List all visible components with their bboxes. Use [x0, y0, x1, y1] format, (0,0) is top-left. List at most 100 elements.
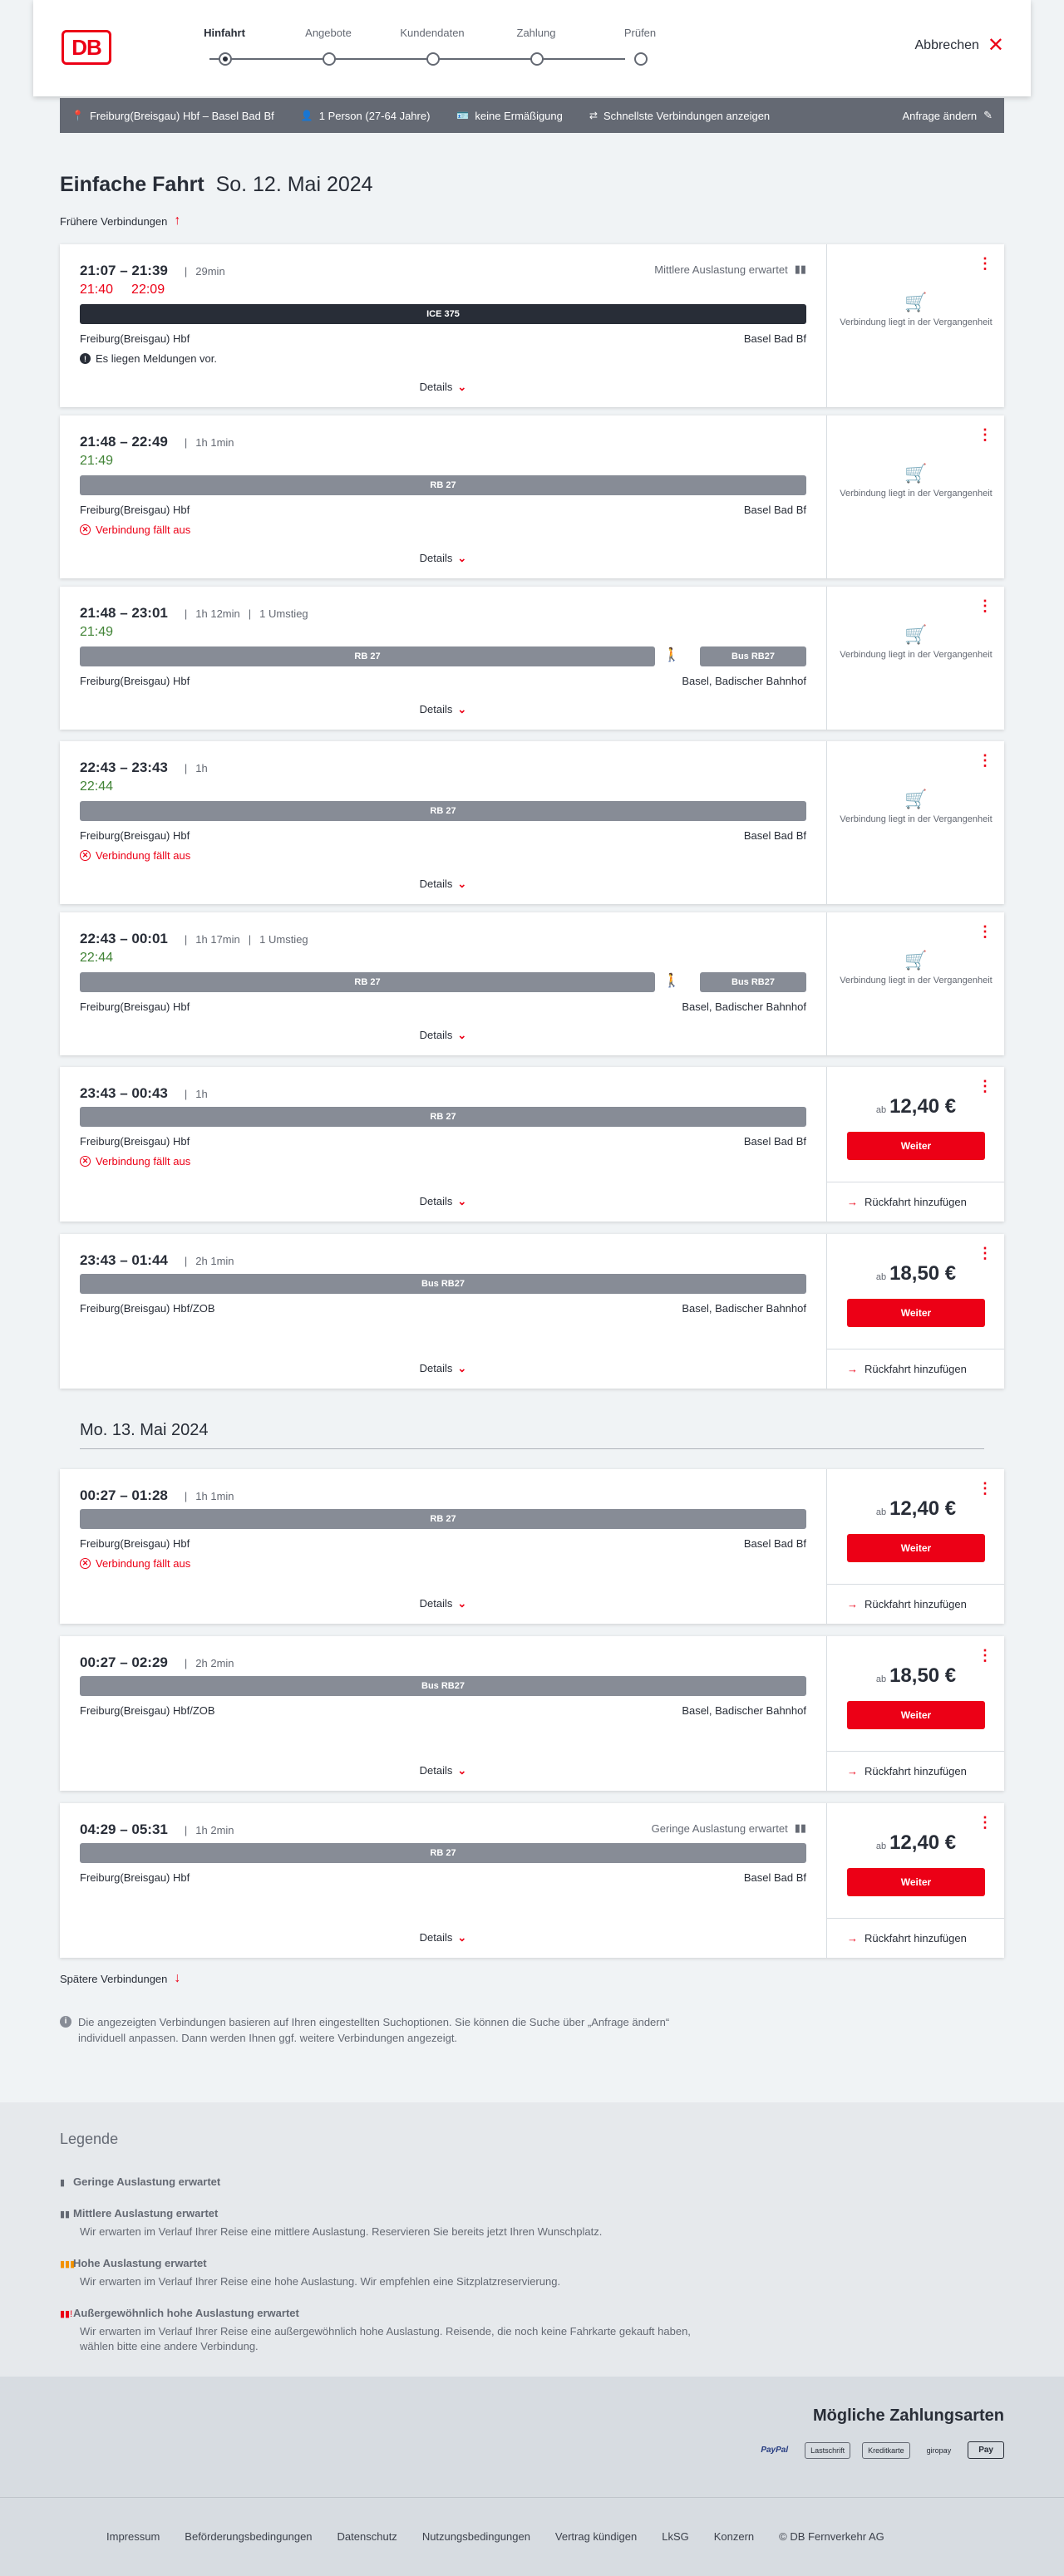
- db-logo[interactable]: DB: [62, 30, 111, 65]
- offer-panel: ⋮ ab 12,40 € Weiter → Rückfahrt hinzufügen: [826, 1067, 1004, 1222]
- offer-panel: ⋮ ab 12,40 € Weiter → Rückfahrt hinzufügen: [826, 1803, 1004, 1958]
- more-options-icon[interactable]: ⋮: [978, 1246, 993, 1261]
- occupancy-text: Geringe Auslastung erwartet: [651, 1821, 788, 1835]
- separator: |: [184, 435, 188, 449]
- connection-card: 23:43 – 01:44 | 2h 1min Bus RB27 Freiburg(Br…: [60, 1234, 1004, 1389]
- train-bar: ICE 375: [80, 304, 806, 324]
- more-options-icon[interactable]: ⋮: [978, 598, 993, 613]
- continue-button[interactable]: Weiter: [847, 1299, 985, 1327]
- details-toggle[interactable]: Details ⌄: [60, 878, 826, 891]
- continue-button[interactable]: Weiter: [847, 1534, 985, 1562]
- details-toggle[interactable]: Details ⌄: [60, 1764, 826, 1777]
- more-options-icon[interactable]: ⋮: [978, 753, 993, 768]
- earlier-connections-link[interactable]: Frühere Verbindungen ↑: [60, 214, 180, 229]
- details-toggle[interactable]: Details ⌄: [60, 1029, 826, 1042]
- separator: |: [184, 1656, 188, 1669]
- cancellation-notice: ✕ Verbindung fällt aus: [80, 849, 190, 862]
- duration: 29min: [195, 264, 225, 278]
- more-options-icon[interactable]: ⋮: [978, 427, 993, 442]
- connection-times: 23:43 – 00:43 | 1h: [80, 1085, 208, 1102]
- continue-button[interactable]: Weiter: [847, 1868, 985, 1896]
- step-label: Angebote: [305, 27, 352, 39]
- past-text: Verbindung liegt in der Vergangenheit: [840, 976, 993, 986]
- details-toggle[interactable]: Details ⌄: [60, 552, 826, 565]
- connection-times: 00:27 – 02:29 | 2h 2min: [80, 1654, 234, 1671]
- arrow-up-icon: ↑: [174, 214, 181, 228]
- connection-meta: | 1h 2min: [176, 1824, 234, 1836]
- origin-station: Freiburg(Breisgau) Hbf: [80, 675, 190, 687]
- details-toggle[interactable]: Details ⌄: [60, 1362, 826, 1375]
- realtime-times: 22:44: [80, 951, 113, 966]
- chevron-down-icon: ⌄: [457, 703, 467, 715]
- realtime-time: 22:44: [80, 951, 114, 965]
- offer-panel: ⋮ 🛒 Verbindung liegt in der Vergangenheit: [826, 415, 1004, 578]
- past-text: Verbindung liegt in der Vergangenheit: [840, 489, 993, 499]
- continue-button[interactable]: Weiter: [847, 1701, 985, 1729]
- footer-link-lksg[interactable]: LkSG: [662, 2530, 689, 2543]
- more-options-icon[interactable]: ⋮: [978, 1079, 993, 1094]
- step-dot: [530, 52, 544, 66]
- legend-item-high: ▮▮▮Hohe Auslastung erwartet Wir erwarten …: [60, 2257, 695, 2289]
- footer-link-nutzung[interactable]: Nutzungsbedingungen: [422, 2530, 530, 2543]
- price-prefix: ab: [875, 1105, 887, 1115]
- details-toggle[interactable]: Details ⌄: [60, 1597, 826, 1610]
- details-toggle[interactable]: Details ⌄: [60, 1931, 826, 1944]
- later-label: Spätere Verbindungen: [60, 1972, 168, 1985]
- trip-type: Einfache Fahrt: [60, 173, 204, 196]
- price-value: 12,40 €: [889, 1831, 957, 1854]
- destination-station: Basel Bad Bf: [743, 1871, 806, 1884]
- add-return-button[interactable]: → Rückfahrt hinzufügen: [827, 1349, 1004, 1389]
- past-connection-note: 🛒 Verbindung liegt in der Vergangenheit: [827, 465, 1005, 500]
- legend-item-title: Mittlere Auslastung erwartet: [73, 2207, 219, 2220]
- step-dot: [426, 52, 440, 66]
- connection-main: 21:07 – 21:39 | 29min 21:40 22:09 Mittlere Au…: [60, 244, 826, 407]
- connection-card: 21:48 – 22:49 | 1h 1min 21:49 RB 27 Freiburg(…: [60, 415, 1004, 578]
- cart-icon: 🛒: [904, 624, 928, 645]
- more-options-icon[interactable]: ⋮: [978, 924, 993, 939]
- legend-item-title: Außergewöhnlich hohe Auslastung erwartet: [73, 2307, 299, 2319]
- legend-section: Legende ▮ Geringe Auslastung erwartet ▮▮ M…: [0, 2102, 1064, 2377]
- giropay-icon: giropay: [926, 2446, 952, 2455]
- cancel-circle-icon: ✕: [80, 1558, 91, 1569]
- offer-panel: ⋮ ab 18,50 € Weiter → Rückfahrt hinzufügen: [826, 1636, 1004, 1791]
- footer-link-befoerderung[interactable]: Beförderungsbedingungen: [185, 2530, 312, 2543]
- footer-link-konzern[interactable]: Konzern: [714, 2530, 754, 2543]
- past-connection-note: 🛒 Verbindung liegt in der Vergangenheit: [827, 624, 1005, 661]
- separator: |: [184, 1489, 188, 1502]
- connection-main: 00:27 – 02:29 | 2h 2min Bus RB27 Freiburg(Br…: [60, 1636, 826, 1791]
- more-options-icon[interactable]: ⋮: [978, 1481, 993, 1496]
- close-icon: ✕: [987, 34, 1004, 57]
- price-prefix: ab: [875, 1507, 887, 1517]
- cancel-button[interactable]: Abbrechen ✕: [915, 34, 1005, 57]
- departure-arrival-times: 21:48 – 22:49: [80, 434, 168, 450]
- connection-card: 21:48 – 23:01 | 1h 12min | 1 Umstieg 21:49 RB …: [60, 587, 1004, 730]
- add-return-button[interactable]: → Rückfahrt hinzufügen: [827, 1182, 1004, 1222]
- more-options-icon[interactable]: ⋮: [978, 1648, 993, 1663]
- arrow-right-icon: →: [847, 1598, 858, 1610]
- more-options-icon[interactable]: ⋮: [978, 1815, 993, 1830]
- add-return-button[interactable]: → Rückfahrt hinzufügen: [827, 1584, 1004, 1624]
- origin-station: Freiburg(Breisgau) Hbf: [80, 1000, 190, 1013]
- add-return-button[interactable]: → Rückfahrt hinzufügen: [827, 1751, 1004, 1791]
- footer-link-datenschutz[interactable]: Datenschutz: [337, 2530, 397, 2543]
- change-query-button[interactable]: Anfrage ändern ✎: [902, 109, 993, 122]
- details-label: Details: [419, 1029, 453, 1041]
- footer-link-kuendigen[interactable]: Vertrag kündigen: [555, 2530, 637, 2543]
- details-toggle[interactable]: Details ⌄: [60, 1195, 826, 1208]
- add-return-button[interactable]: → Rückfahrt hinzufügen: [827, 1918, 1004, 1958]
- details-toggle[interactable]: Details ⌄: [60, 703, 826, 716]
- departure-arrival-times: 21:07 – 21:39: [80, 263, 168, 278]
- offer-panel: ⋮ 🛒 Verbindung liegt in der Vergangenheit: [826, 244, 1004, 407]
- train-bar: RB 27: [80, 475, 806, 495]
- realtime-time: 21:49: [80, 454, 114, 468]
- pencil-icon: ✎: [983, 109, 993, 121]
- legend-item-title: Hohe Auslastung erwartet: [73, 2257, 207, 2269]
- footer-link-impressum[interactable]: Impressum: [106, 2530, 160, 2543]
- details-label: Details: [419, 381, 453, 393]
- later-connections-link[interactable]: Spätere Verbindungen ↓: [60, 1971, 180, 1986]
- past-connection-note: 🛒 Verbindung liegt in der Vergangenheit: [827, 293, 1005, 329]
- train-bar: Bus RB27: [80, 1274, 806, 1294]
- more-options-icon[interactable]: ⋮: [978, 256, 993, 271]
- details-toggle[interactable]: Details ⌄: [60, 381, 826, 394]
- continue-button[interactable]: Weiter: [847, 1132, 985, 1160]
